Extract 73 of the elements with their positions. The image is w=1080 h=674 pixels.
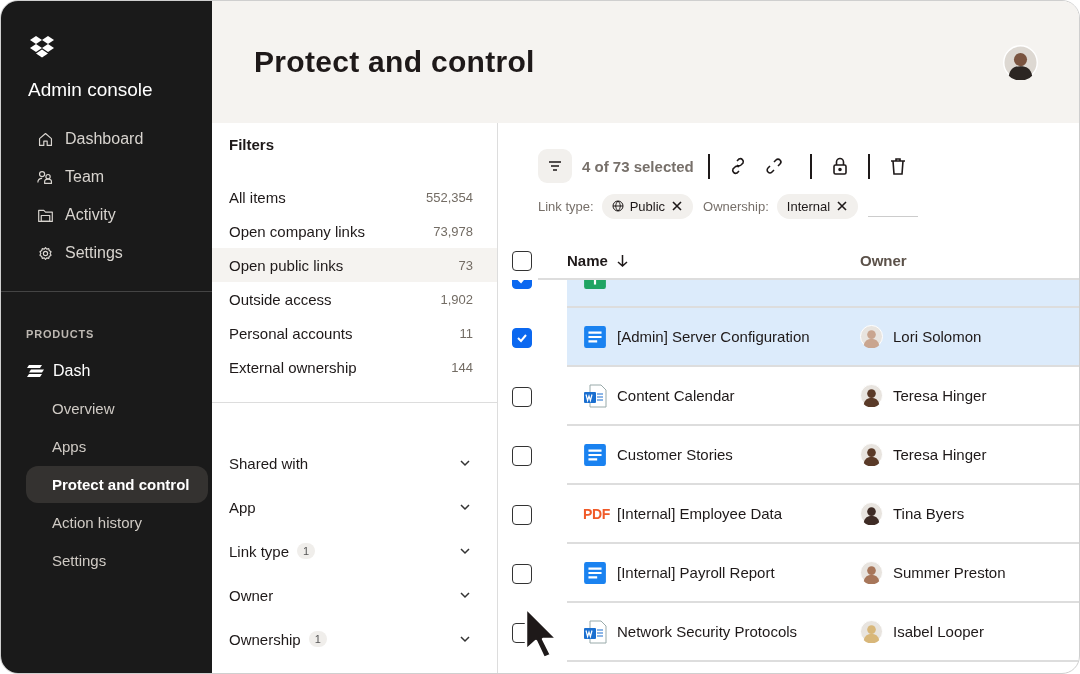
filter-button[interactable] — [538, 149, 572, 183]
filter-chip[interactable]: Internal — [776, 193, 859, 219]
product-item[interactable]: Dash — [27, 362, 212, 380]
row-checkbox[interactable] — [512, 563, 532, 584]
nav-subitem[interactable]: Action history — [26, 504, 208, 541]
file-name: [Internal] Payroll Report — [617, 564, 775, 581]
nav-item[interactable]: Settings — [28, 239, 212, 267]
owner-name: Teresa Hinger — [893, 387, 987, 404]
filter-chip[interactable]: Public — [601, 193, 694, 219]
column-header[interactable]: Owner — [860, 252, 907, 269]
document-icon — [583, 324, 607, 349]
nav-subitem[interactable]: Apps — [26, 428, 208, 465]
filter-preset[interactable]: External ownership 144 — [212, 350, 497, 384]
table-row[interactable]: [Internal] Payroll Report Summer Preston — [567, 544, 1079, 603]
row-checkbox[interactable] — [512, 504, 532, 525]
stack-icon — [27, 364, 44, 378]
file-name: Content Calendar — [617, 387, 735, 404]
row-checkbox[interactable] — [512, 386, 532, 407]
filter-icon — [547, 158, 563, 174]
table-row[interactable]: Customer Stories Teresa Hinger — [567, 426, 1079, 485]
owner-name: Summer Preston — [893, 564, 1006, 581]
filter-label: Ownership: — [703, 198, 769, 214]
owner-name: Teresa Hinger — [893, 446, 987, 463]
filter-preset[interactable]: All items 552,354 — [212, 180, 497, 214]
logo-icon — [29, 35, 55, 59]
nav-item[interactable]: Team — [28, 163, 212, 191]
filter-group[interactable]: Link type 1 — [212, 529, 497, 573]
nav-item[interactable]: Activity — [28, 201, 212, 229]
filter-preset[interactable]: Personal accounts 11 — [212, 316, 497, 350]
row-checkbox[interactable] — [512, 327, 532, 348]
filter-preset[interactable]: Outside access 1,902 — [212, 282, 497, 316]
settings-icon — [37, 244, 54, 262]
word-document-icon — [583, 619, 607, 644]
filter-group[interactable]: App — [212, 485, 497, 529]
close-icon[interactable] — [836, 200, 849, 212]
nav-subitem[interactable]: Settings — [26, 542, 208, 579]
page-title: Protect and control — [254, 45, 535, 79]
app-title: Admin console — [28, 79, 154, 101]
file-name: Network Security Protocols — [617, 623, 798, 640]
filter-preset[interactable]: Open company links 73,978 — [212, 214, 497, 248]
file-name: [Admin] Server Configuration — [617, 328, 810, 345]
table-row[interactable]: [Admin] Server Configuration Lori Solomon — [567, 308, 1079, 367]
section-label: PRODUCTS — [26, 328, 96, 340]
filters-heading: Filters — [228, 135, 275, 155]
filter-group[interactable]: Shared with — [212, 441, 497, 485]
arrow-down-icon — [615, 254, 629, 267]
close-icon[interactable] — [671, 200, 684, 212]
file-name: Customer Stories — [617, 446, 733, 463]
select-all-checkbox[interactable] — [512, 250, 532, 271]
selection-count: 4 of 73 selected — [582, 157, 694, 175]
row-checkbox[interactable] — [512, 445, 532, 466]
user-avatar[interactable] — [1003, 44, 1038, 80]
document-icon — [583, 442, 607, 467]
filter-label: Link type: — [538, 198, 594, 214]
home-icon — [37, 130, 54, 148]
filter-group[interactable]: Owner — [212, 573, 497, 617]
table-row[interactable]: Content Calendar Teresa Hinger — [567, 367, 1079, 426]
owner-name: Isabel Looper — [893, 623, 984, 640]
table-row[interactable]: PDF [Internal] Employee Data Tina Byers — [567, 485, 1079, 544]
team-icon — [37, 168, 54, 186]
column-header[interactable]: Name — [567, 252, 860, 269]
globe-icon — [611, 200, 624, 212]
filter-group[interactable]: Ownership 1 — [212, 617, 497, 661]
nav-item[interactable]: Dashboard — [28, 125, 212, 153]
nav-subitem[interactable]: Protect and control — [26, 466, 208, 503]
file-name: [Internal] Employee Data — [617, 505, 783, 522]
filter-preset[interactable]: Open public links 73 — [212, 248, 497, 282]
owner-name: Tina Byers — [893, 505, 965, 522]
nav-subitem[interactable]: Overview — [26, 390, 208, 427]
document-icon — [583, 560, 607, 585]
owner-name: Lori Solomon — [893, 328, 982, 345]
table-row[interactable]: Network Security Protocols Isabel Looper — [567, 603, 1079, 662]
word-document-icon — [583, 383, 607, 408]
